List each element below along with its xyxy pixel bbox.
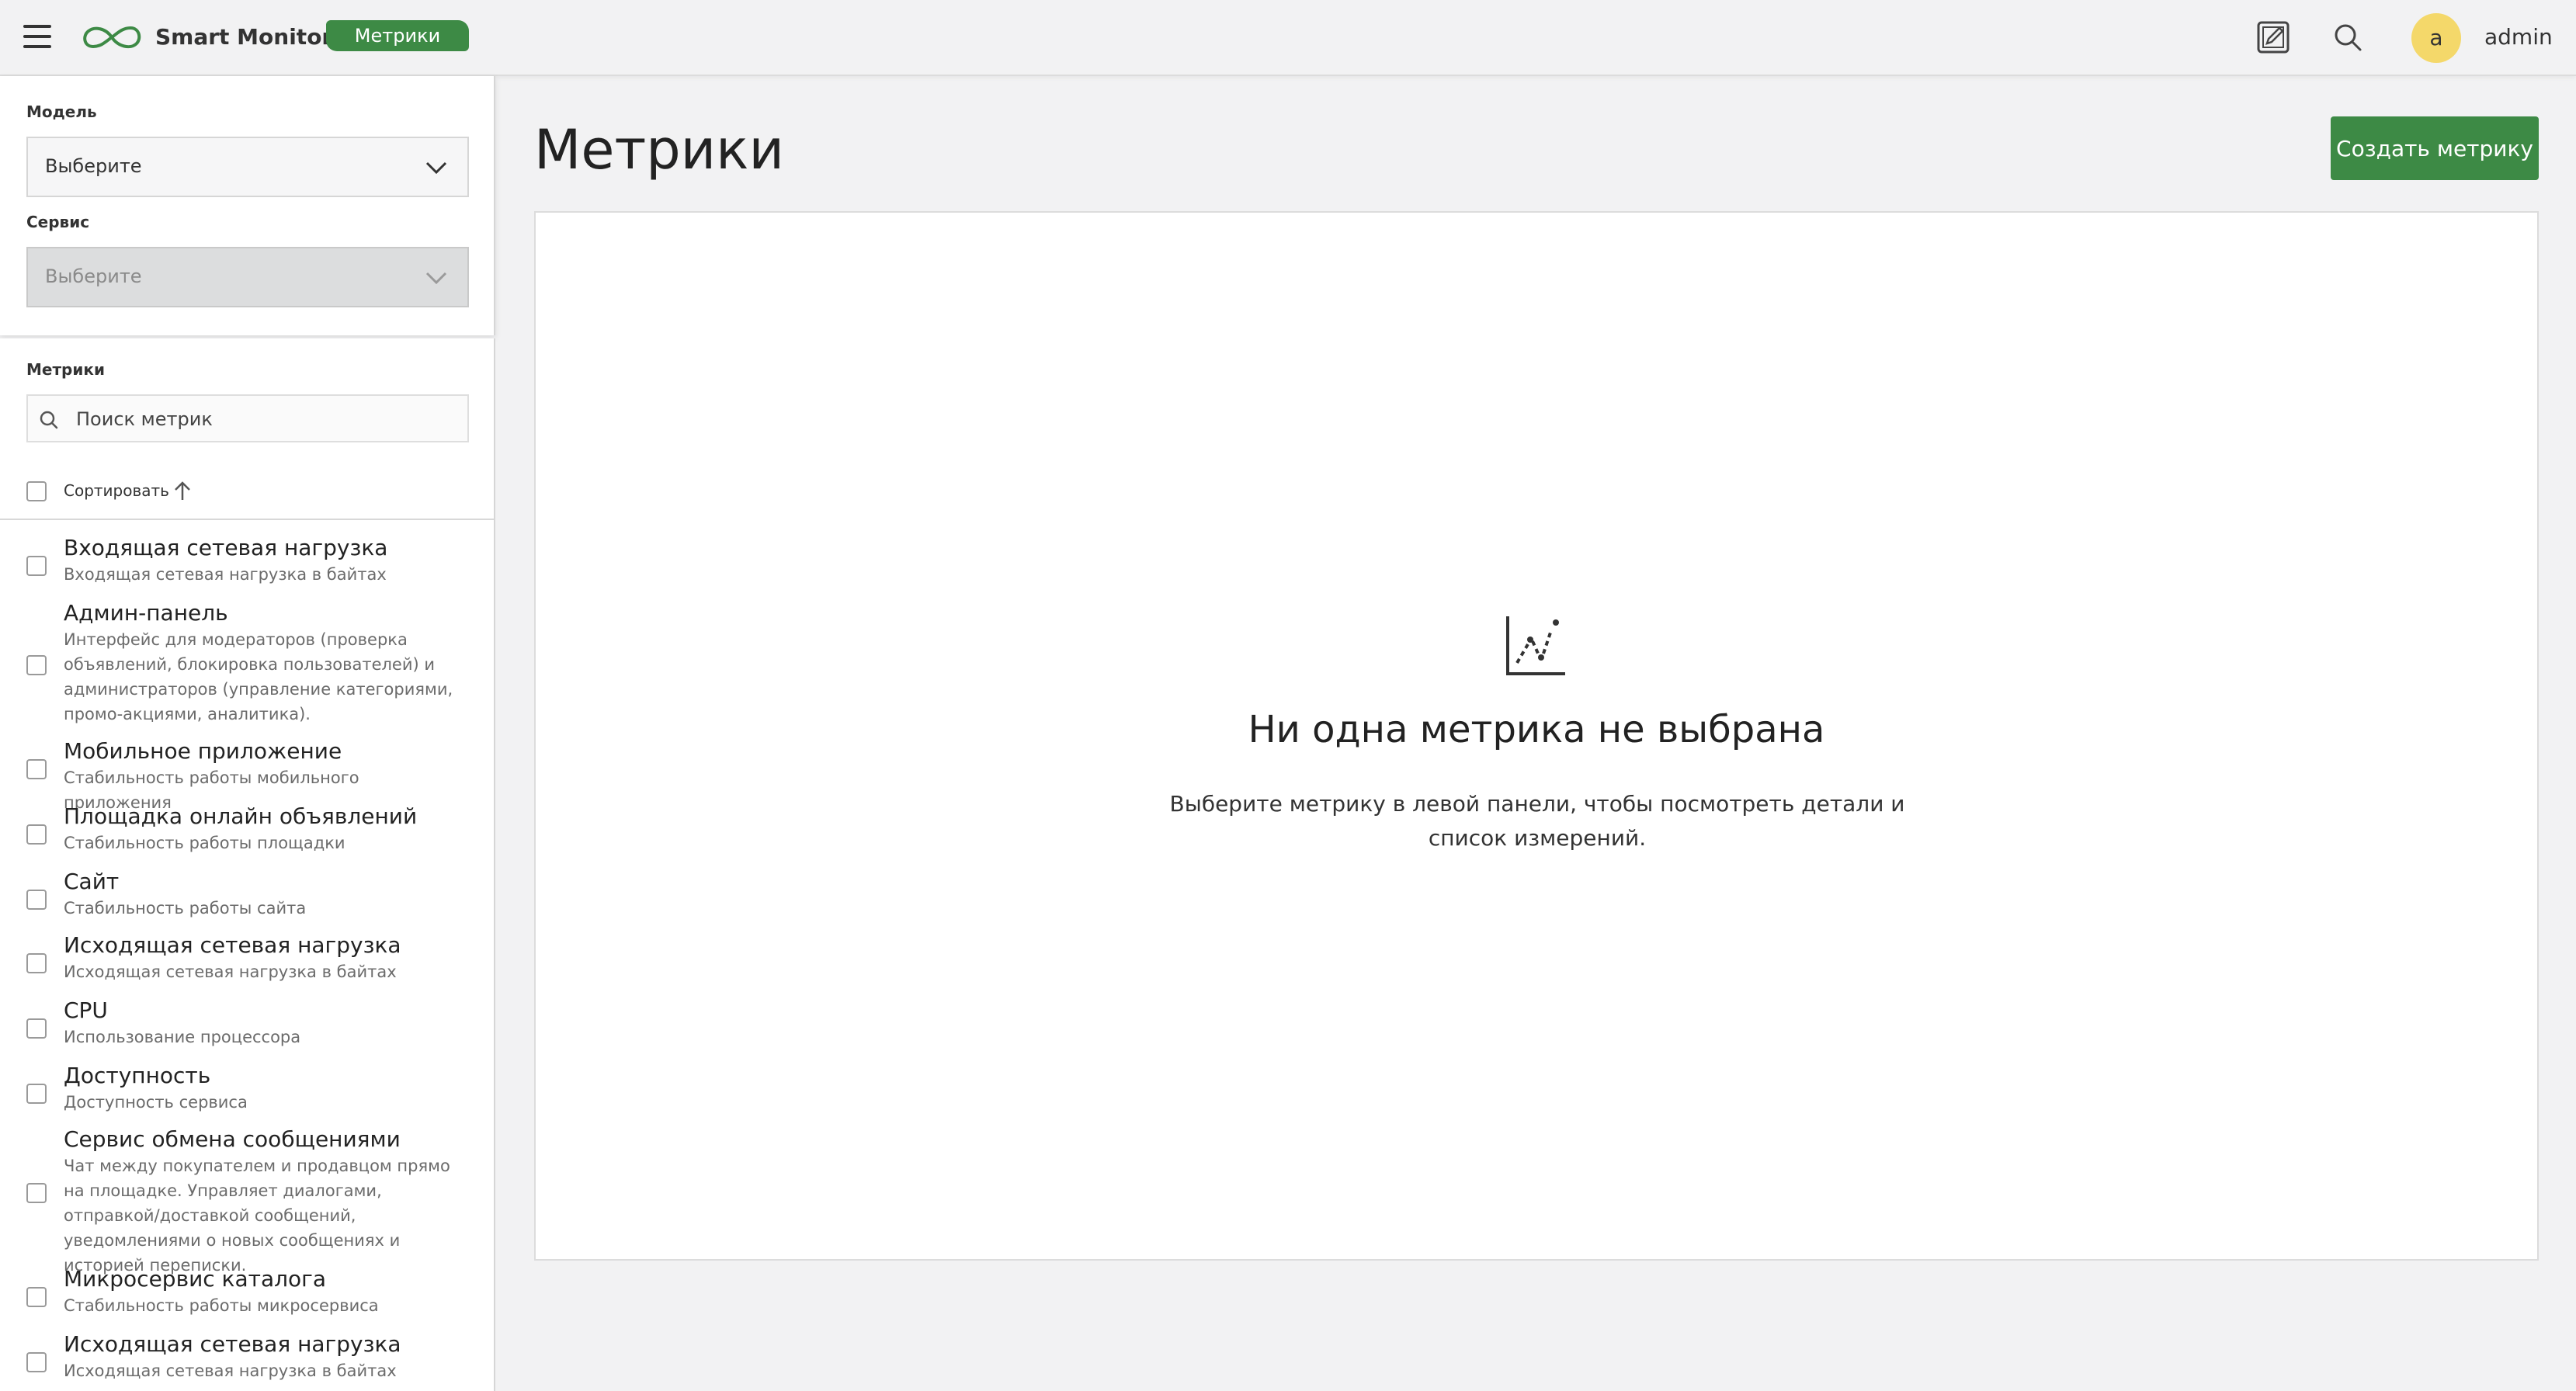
model-select-value: Выберите	[45, 155, 142, 177]
divider	[0, 519, 494, 520]
service-select-value: Выберите	[45, 265, 142, 287]
metric-checkbox[interactable]	[26, 1183, 47, 1203]
metric-description: Стабильность работы сайта	[64, 899, 307, 918]
metric-title: Доступность	[64, 1063, 211, 1088]
model-select[interactable]: Выберите	[26, 137, 469, 197]
metrics-panel: Метрики Сортировать Входящая сетевая наг…	[0, 338, 495, 1391]
create-metric-button[interactable]: Создать метрику	[2331, 116, 2539, 180]
metric-checkbox[interactable]	[26, 953, 47, 973]
username[interactable]: admin	[2484, 22, 2553, 53]
avatar[interactable]: a	[2411, 13, 2461, 63]
metric-description: Доступность сервиса	[64, 1093, 248, 1112]
service-label: Сервис	[26, 213, 90, 231]
metric-checkbox[interactable]	[26, 890, 47, 910]
search-icon	[40, 411, 58, 429]
metric-title: Входящая сетевая нагрузка	[64, 535, 388, 560]
chevron-down-icon	[425, 272, 447, 285]
metric-title: Мобильное приложение	[64, 738, 342, 764]
infinity-logo-icon	[83, 26, 141, 49]
metric-title: Исходящая сетевая нагрузка	[64, 1331, 401, 1357]
sort-checkbox[interactable]	[26, 481, 47, 501]
metric-checkbox[interactable]	[26, 824, 47, 845]
metric-description: Стабильность работы микросервиса	[64, 1296, 379, 1315]
metric-checkbox[interactable]	[26, 655, 47, 675]
metric-checkbox[interactable]	[26, 1018, 47, 1039]
chevron-down-icon	[425, 161, 447, 175]
metric-description: Стабильность работы площадки	[64, 834, 345, 852]
metric-description: Исходящая сетевая нагрузка в байтах	[64, 963, 397, 981]
metric-description: Интерфейс для модераторов (проверка объя…	[64, 630, 453, 723]
filters-panel: Модель Выберите Сервис Выберите	[0, 76, 495, 335]
metrics-label: Метрики	[26, 360, 105, 379]
metric-checkbox[interactable]	[26, 759, 47, 779]
sort-label: Сортировать	[64, 481, 169, 500]
metric-description: Использование процессора	[64, 1028, 301, 1046]
top-header: Smart Monitor Метрики a admin	[0, 0, 2576, 76]
metric-checkbox[interactable]	[26, 556, 47, 576]
metric-title: Админ-панель	[64, 600, 228, 626]
section-badge: Метрики	[326, 20, 469, 51]
page-title: Метрики	[534, 118, 784, 182]
metric-checkbox[interactable]	[26, 1084, 47, 1104]
metric-description: Входящая сетевая нагрузка в байтах	[64, 565, 387, 584]
metrics-search[interactable]	[26, 394, 469, 442]
metric-title: Площадка онлайн объявлений	[64, 803, 418, 829]
menu-icon[interactable]	[23, 25, 51, 48]
edit-note-icon[interactable]	[2256, 20, 2290, 54]
model-label: Модель	[26, 102, 97, 121]
service-select: Выберите	[26, 247, 469, 307]
metric-detail-card: Ни одна метрика не выбрана Выберите метр…	[534, 211, 2539, 1261]
chart-line-icon	[1506, 616, 1565, 675]
metric-checkbox[interactable]	[26, 1287, 47, 1307]
search-icon[interactable]	[2332, 22, 2363, 53]
empty-state-text: Выберите метрику в левой панели, чтобы п…	[1169, 791, 1905, 851]
metric-title: Микросервис каталога	[64, 1266, 326, 1292]
metric-title: CPU	[64, 997, 108, 1023]
metric-description: Исходящая сетевая нагрузка в байтах	[64, 1362, 397, 1380]
metrics-search-input[interactable]	[75, 404, 450, 435]
empty-state-title: Ни одна метрика не выбрана	[1248, 708, 1825, 751]
brand-name: Smart Monitor	[155, 24, 333, 50]
metric-title: Сайт	[64, 869, 120, 894]
metric-checkbox[interactable]	[26, 1352, 47, 1372]
metric-title: Исходящая сетевая нагрузка	[64, 932, 401, 958]
metric-description: Чат между покупателем и продавцом прямо …	[64, 1157, 450, 1275]
metric-title: Сервис обмена сообщениями	[64, 1126, 401, 1152]
arrow-up-icon[interactable]	[172, 480, 193, 503]
